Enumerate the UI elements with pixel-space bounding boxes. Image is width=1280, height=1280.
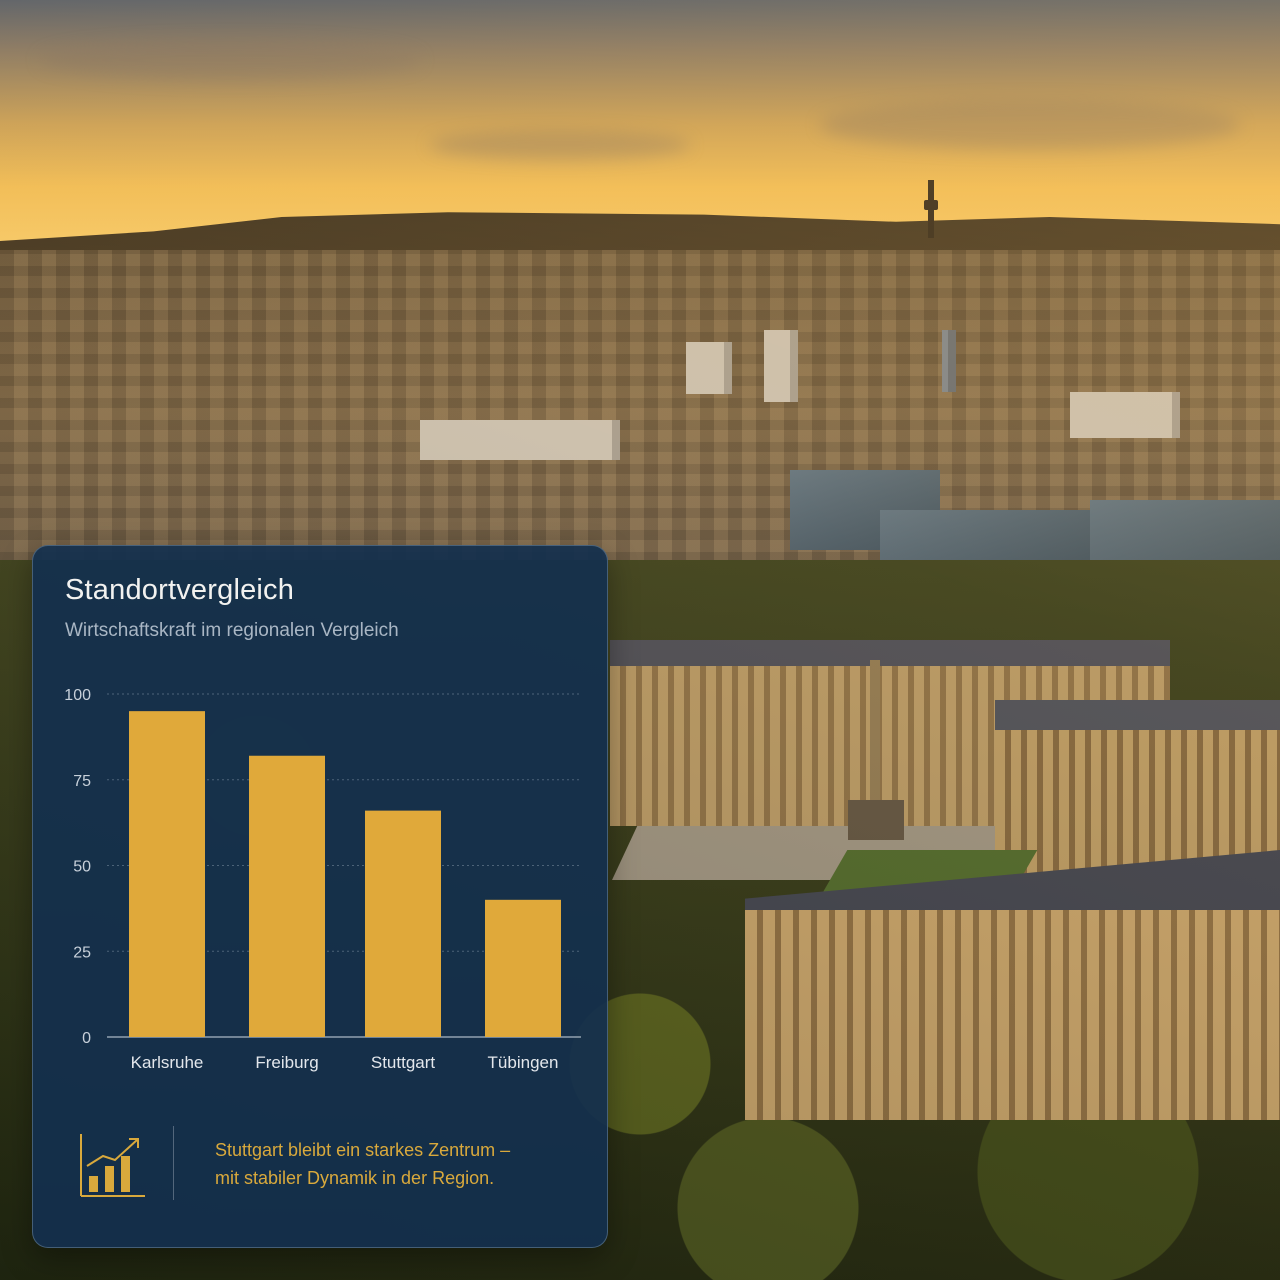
x-tick-label: Freiburg [255, 1053, 318, 1072]
chart-card: Standortvergleich Wirtschaftskraft im re… [32, 545, 608, 1248]
x-tick-label: Karlsruhe [131, 1053, 204, 1072]
bar [365, 810, 441, 1037]
y-tick-label: 50 [73, 859, 91, 876]
bar-chart-trend-icon [80, 1134, 145, 1197]
y-tick-label: 25 [73, 944, 91, 961]
bar [485, 899, 561, 1037]
y-tick-label: 100 [64, 687, 91, 704]
y-tick-label: 0 [82, 1030, 91, 1047]
bar [129, 711, 205, 1037]
chart-takeaway: Stuttgart bleibt ein starkes Zentrum – m… [215, 1136, 585, 1192]
x-tick-label: Stuttgart [371, 1053, 436, 1072]
footer-divider [173, 1126, 174, 1200]
bar [249, 755, 325, 1037]
y-tick-label: 75 [73, 773, 91, 790]
x-tick-label: Tübingen [488, 1053, 559, 1072]
takeaway-line-2: mit stabiler Dynamik in der Region. [215, 1168, 495, 1188]
takeaway-line-1: Stuttgart bleibt ein starkes Zentrum – [215, 1140, 511, 1160]
bar-chart: 0 25 50 75 100 Karlsruhe Freiburg Stuttgart Tübi… [64, 687, 581, 1072]
